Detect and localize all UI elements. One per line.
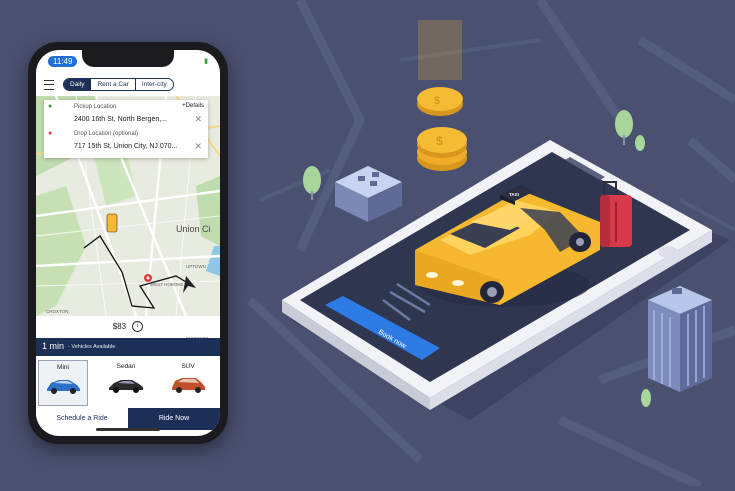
top-bar: Daily Rent a Car Inter-city	[36, 72, 220, 96]
car-option-sedan[interactable]: Sedan	[102, 360, 150, 404]
schedule-ride-button[interactable]: Schedule a Ride	[36, 408, 128, 430]
tab-daily[interactable]: Daily	[64, 79, 91, 90]
phone-notch	[82, 50, 174, 67]
tree	[641, 389, 651, 407]
tree	[615, 110, 633, 145]
drop-field[interactable]: 717 15th St, Union City, NJ 070...	[74, 143, 177, 150]
car-option-mini[interactable]: Mini	[38, 360, 88, 406]
ride-type-tabs: Daily Rent a Car Inter-city	[63, 78, 174, 91]
pickup-field[interactable]: 2400 16th St, North Bergen,...	[74, 116, 167, 123]
map-label: CROXTON	[46, 309, 69, 314]
availability-bar: 1 min - Vehicles Available	[36, 338, 220, 356]
info-icon[interactable]: i	[132, 321, 144, 333]
tab-rent-a-car[interactable]: Rent a Car	[90, 79, 135, 90]
car-image	[172, 378, 205, 393]
car-option-label: SUV	[181, 363, 195, 370]
car-image	[47, 380, 80, 394]
drop-pin-icon: ●	[48, 130, 53, 137]
clear-pickup-icon[interactable]: ✕	[194, 114, 202, 125]
phone-mockup: 11:49 ▮ Daily Rent a Car Inter-city Unio…	[28, 42, 228, 444]
small-building	[335, 166, 402, 222]
action-bar: Schedule a Ride Ride Now	[36, 408, 220, 430]
coin-stack: $ $	[417, 20, 467, 171]
tree	[635, 135, 645, 151]
clear-drop-icon[interactable]: ✕	[194, 141, 202, 152]
svg-text:$: $	[436, 134, 443, 148]
svg-text:$: $	[434, 95, 440, 107]
fare-amount: $83	[112, 322, 127, 331]
car-option-label: Mini	[57, 364, 69, 371]
map-label: UPTOWN	[186, 264, 206, 269]
tab-inter-city[interactable]: Inter-city	[134, 79, 173, 90]
tall-building	[648, 286, 712, 392]
app-screen: 11:49 ▮ Daily Rent a Car Inter-city Unio…	[36, 50, 220, 436]
map-label-city: Union Ci	[176, 224, 211, 234]
car-type-selector: Mini Sedan SUV	[36, 356, 220, 408]
home-indicator	[96, 428, 160, 431]
vehicles-available-text: - Vehicles Available	[68, 344, 116, 350]
details-link[interactable]: +Details	[182, 103, 204, 109]
car-option-suv[interactable]: SUV	[164, 360, 212, 404]
ride-now-button[interactable]: Ride Now	[128, 408, 220, 430]
hamburger-menu-icon[interactable]	[44, 80, 54, 90]
taxi-sign-label: TAXI	[509, 192, 519, 197]
car-image	[109, 380, 143, 393]
drop-label: Drop Location (optional)	[74, 131, 139, 137]
status-time: 11:49	[48, 56, 78, 67]
eta-text: 1 min	[42, 341, 65, 351]
tree	[303, 166, 321, 200]
pickup-dot-icon: ●	[48, 103, 53, 110]
location-panel: ● Pickup Location +Details 2400 16th St,…	[44, 100, 208, 158]
fare-estimate: $83 i	[36, 316, 220, 338]
battery-icon: ▮	[204, 58, 208, 65]
pickup-label: Pickup Location	[74, 104, 117, 110]
map-label: WEST HOBOKE	[150, 282, 184, 287]
car-option-label: Sedan	[116, 363, 136, 370]
